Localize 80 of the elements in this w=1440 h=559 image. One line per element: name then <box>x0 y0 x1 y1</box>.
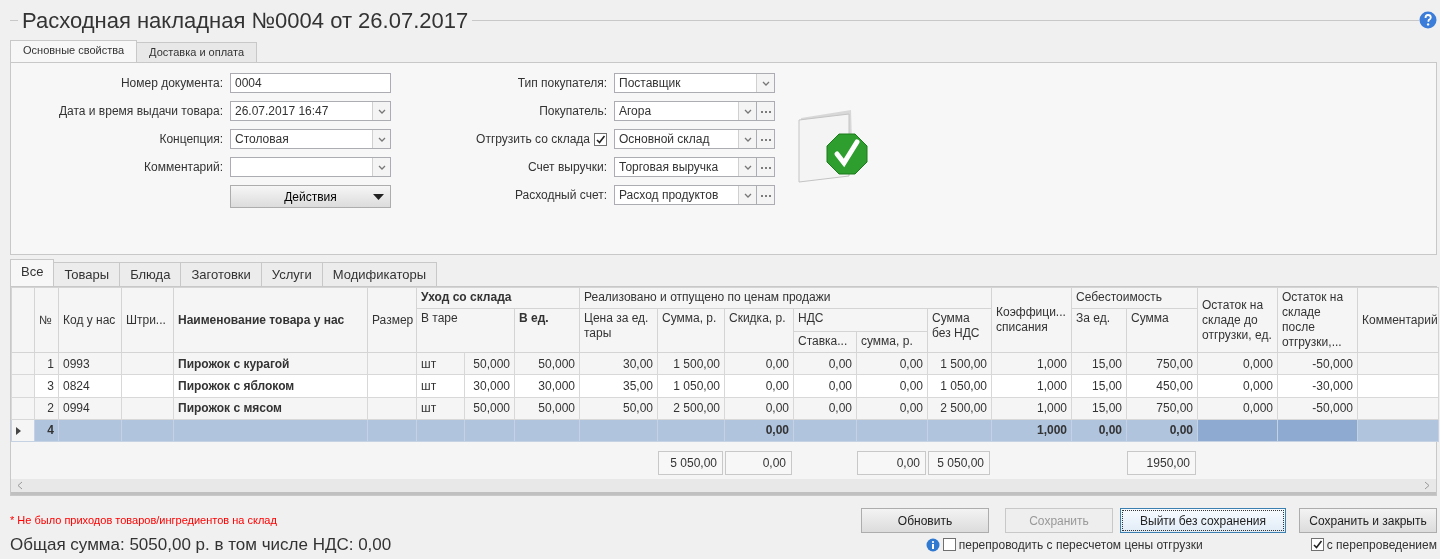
field-label: Тип покупателя: <box>517 75 607 92</box>
field-label: Концепция: <box>159 131 223 148</box>
column-header[interactable]: Коэффици... списания <box>991 287 1072 353</box>
checkbox[interactable] <box>1310 538 1324 551</box>
column-header[interactable]: В ед. <box>514 308 580 353</box>
select-field[interactable] <box>230 157 391 177</box>
button[interactable]: Обновить <box>861 508 989 533</box>
total-field: 0,00 <box>857 451 926 475</box>
tab[interactable]: Заготовки <box>180 262 262 286</box>
select-field[interactable]: 26.07.2017 16:47 <box>230 101 391 121</box>
column-header[interactable]: В таре <box>416 308 515 353</box>
column-header[interactable]: НДС <box>793 308 928 332</box>
column-header[interactable]: Код у нас <box>58 287 122 353</box>
table-cell: Пирожок с яблоком <box>173 374 368 397</box>
input-field[interactable]: 0004 <box>230 73 391 93</box>
tab[interactable]: Модификаторы <box>321 262 438 286</box>
button[interactable]: Выйти без сохранения <box>1120 508 1286 533</box>
column-header[interactable]: Комментарий <box>1357 287 1439 353</box>
column-header[interactable]: Размер <box>367 287 417 353</box>
column-header[interactable]: Цена за ед. тары <box>579 308 658 353</box>
more-icon[interactable] <box>761 166 771 169</box>
help-icon[interactable] <box>1419 11 1437 29</box>
tab[interactable]: Блюда <box>119 262 182 286</box>
total-field: 0,00 <box>725 451 792 475</box>
field-label: Дата и время выдачи товара: <box>58 103 223 120</box>
column-header[interactable]: Реализовано и отпущено по ценам продажи <box>579 287 992 309</box>
browse-button[interactable] <box>757 101 775 121</box>
scroll-left-icon[interactable] <box>17 481 23 490</box>
select-field[interactable]: Агора <box>614 101 757 121</box>
checkbox-label[interactable]: перепроводить с пересчетом цены отгрузки <box>958 535 1203 554</box>
tab[interactable]: Услуги <box>260 262 323 286</box>
total-field: 5 050,00 <box>658 451 723 475</box>
column-header[interactable]: Штри... <box>121 287 174 353</box>
more-icon[interactable] <box>761 194 771 197</box>
field-label: Комментарий: <box>144 159 223 176</box>
tab[interactable]: Доставка и оплата <box>136 42 257 62</box>
field-label: Покупатель: <box>539 103 607 120</box>
checkbox-label[interactable]: с перепроведением <box>1326 535 1437 554</box>
browse-button[interactable] <box>757 185 775 205</box>
column-header[interactable]: За ед. <box>1071 308 1127 353</box>
tab[interactable]: Основные свойства <box>10 40 138 62</box>
column-header[interactable]: Наименование товара у нас <box>173 287 368 353</box>
column-header[interactable]: Сумма, р. <box>657 308 725 353</box>
column-header[interactable]: Сумма <box>1126 308 1198 353</box>
select-field[interactable]: Поставщик <box>614 73 775 93</box>
column-header[interactable]: Сумма без НДС <box>927 308 992 353</box>
button[interactable]: Сохранить и закрыть <box>1299 508 1437 533</box>
warning-message: * Не было приходов товаров/ингредиентов на склад <box>10 513 278 529</box>
total-field: 5 050,00 <box>928 451 990 475</box>
more-icon[interactable] <box>761 138 771 141</box>
browse-button[interactable] <box>757 129 775 149</box>
total-summary: Общая сумма: 5050,00 р. в том числе НДС: 0,00 <box>10 535 392 554</box>
field-label: Отгрузить со склада <box>476 131 590 148</box>
checkbox[interactable] <box>594 132 607 146</box>
caret-icon[interactable] <box>373 194 384 201</box>
field-label: Счет выручки: <box>528 159 607 176</box>
field-label: Расходный счет: <box>514 187 607 204</box>
column-header[interactable]: Уход со склада <box>416 287 580 309</box>
select-field[interactable]: Торговая выручка <box>614 157 757 177</box>
column-header[interactable]: Остаток на складе до отгрузки, ед. <box>1197 287 1278 353</box>
tab[interactable]: Товары <box>53 262 121 286</box>
field-label: Номер документа: <box>120 75 223 92</box>
checkbox[interactable] <box>942 538 956 551</box>
document-title: Расходная накладная №0004 от 26.07.2017 <box>21 6 470 35</box>
column-header[interactable]: Себестоимость <box>1071 287 1198 309</box>
actions-button[interactable]: Действия <box>230 185 391 208</box>
more-icon[interactable] <box>761 110 771 113</box>
select-field[interactable]: Расход продуктов <box>614 185 757 205</box>
table-cell: Пирожок с мясом <box>173 397 368 420</box>
table-cell: Пирожок с курагой <box>173 352 368 375</box>
browse-button[interactable] <box>757 157 775 177</box>
column-header[interactable]: № <box>34 287 59 353</box>
column-header[interactable]: Остаток на складе после отгрузки,... <box>1277 287 1358 353</box>
total-field: 1950,00 <box>1127 451 1196 475</box>
horizontal-scrollbar[interactable] <box>11 479 1436 495</box>
tab[interactable]: Все <box>10 259 55 286</box>
scroll-right-icon[interactable] <box>1424 481 1430 490</box>
select-field[interactable]: Столовая <box>230 129 391 149</box>
column-header[interactable]: Скидка, р. <box>724 308 794 353</box>
select-field[interactable]: Основной склад <box>614 129 757 149</box>
